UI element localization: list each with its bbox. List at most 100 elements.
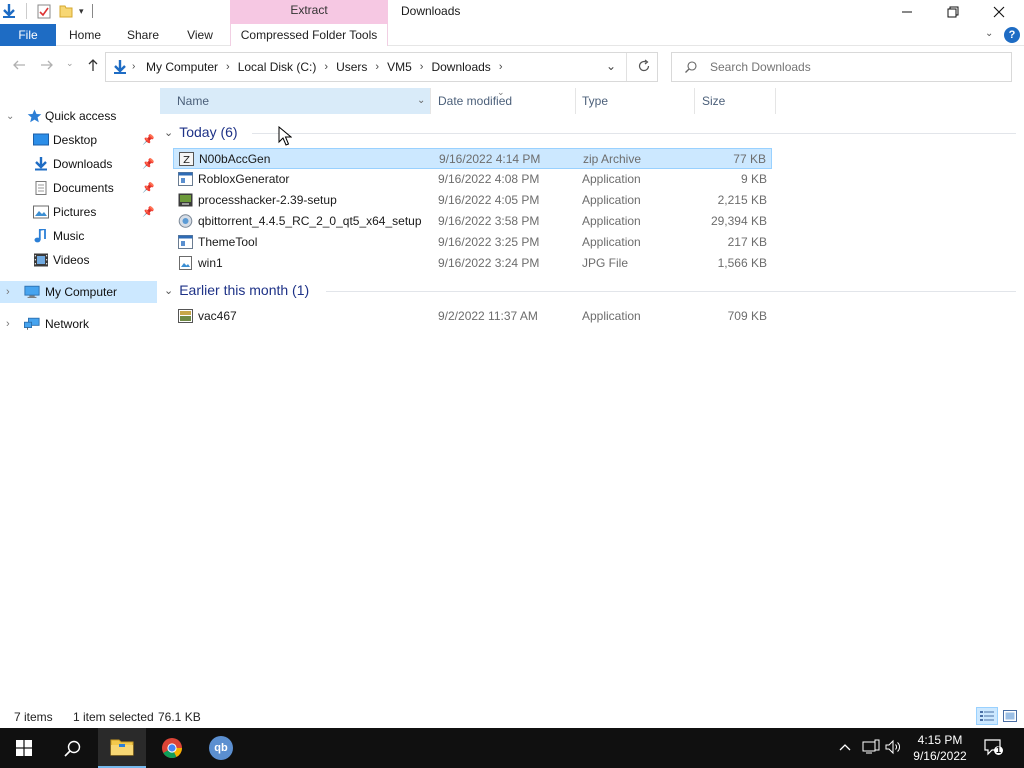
table-row[interactable]: ThemeTool 9/16/2022 3:25 PM Application … — [173, 232, 772, 253]
help-icon[interactable]: ? — [1004, 27, 1020, 43]
desktop-icon — [33, 133, 49, 147]
close-button[interactable] — [976, 0, 1022, 24]
breadcrumb-users[interactable]: Users — [336, 60, 367, 74]
large-icons-view-button[interactable] — [1001, 708, 1019, 724]
setup-app-icon — [178, 309, 193, 323]
up-button[interactable] — [86, 58, 100, 75]
file-type: Application — [582, 172, 641, 186]
search-input[interactable] — [710, 59, 1000, 75]
show-hidden-icons-button[interactable] — [839, 740, 851, 754]
chevron-right-icon[interactable]: › — [6, 286, 10, 298]
customize-qat-icon[interactable]: ▾ — [79, 6, 84, 17]
sidebar-item-pictures[interactable]: Pictures 📌 — [0, 201, 157, 223]
chevron-right-icon[interactable]: › — [324, 61, 328, 73]
network-tray-icon[interactable] — [862, 739, 880, 758]
taskbar-file-explorer[interactable] — [98, 728, 146, 768]
restore-button[interactable] — [930, 0, 976, 24]
sidebar-item-documents[interactable]: Documents 📌 — [0, 177, 157, 199]
details-view-button[interactable] — [976, 707, 998, 725]
chevron-right-icon[interactable]: › — [420, 61, 424, 73]
breadcrumb-my-computer[interactable]: My Computer — [146, 60, 218, 74]
address-history-dropdown-icon[interactable]: ⌄ — [606, 59, 616, 73]
group-divider — [252, 133, 1016, 134]
pin-icon[interactable]: 📌 — [142, 135, 154, 146]
breadcrumb-vm5[interactable]: VM5 — [387, 60, 412, 74]
pin-icon[interactable]: 📌 — [142, 207, 154, 218]
sidebar-item-my-computer[interactable]: › My Computer — [0, 281, 157, 303]
table-row[interactable]: Z N00bAccGen 9/16/2022 4:14 PM zip Archi… — [173, 148, 772, 169]
new-folder-icon[interactable] — [59, 3, 73, 19]
taskbar-clock[interactable]: 4:15 PM 9/16/2022 — [905, 732, 975, 764]
minimize-button[interactable] — [884, 0, 930, 24]
volume-icon[interactable] — [885, 739, 901, 758]
column-name[interactable]: Name ⌄ — [160, 88, 431, 114]
group-header-earlier-this-month[interactable]: ⌄ Earlier this month (1) — [164, 282, 309, 298]
refresh-button[interactable] — [636, 58, 652, 77]
sidebar-item-desktop[interactable]: Desktop 📌 — [0, 129, 157, 151]
tab-home[interactable]: Home — [60, 24, 110, 46]
expand-ribbon-icon[interactable]: ⌄ — [985, 28, 993, 39]
context-tab-extract[interactable]: Extract — [230, 0, 388, 24]
address-divider — [626, 53, 627, 81]
sidebar-item-downloads[interactable]: Downloads 📌 — [0, 153, 157, 175]
start-button[interactable] — [0, 728, 48, 768]
sort-descending-icon: ⌄ — [497, 87, 505, 97]
chevron-right-icon[interactable]: › — [499, 61, 503, 73]
breadcrumb-separator-icon[interactable]: › — [132, 61, 135, 72]
tab-compressed-folder-tools[interactable]: Compressed Folder Tools — [230, 24, 388, 46]
file-size: 2,215 KB — [717, 193, 767, 207]
breadcrumb-local-disk[interactable]: Local Disk (C:) — [238, 60, 317, 74]
sidebar-item-videos[interactable]: Videos — [0, 249, 157, 271]
address-bar[interactable]: › My Computer › Local Disk (C:) › Users › V… — [105, 52, 658, 82]
column-size[interactable]: Size — [695, 88, 776, 114]
group-header-today[interactable]: ⌄ Today (6) — [164, 124, 238, 140]
ribbon-tabs: File Home Share View Compressed Folder T… — [0, 24, 1024, 46]
file-type: Application — [582, 309, 641, 323]
tab-file[interactable]: File — [0, 24, 56, 46]
file-size: 709 KB — [727, 309, 767, 323]
taskbar-chrome[interactable] — [148, 728, 196, 768]
qbittorrent-icon: qb — [209, 736, 233, 760]
action-center-button[interactable]: 1 — [983, 737, 1003, 760]
file-type: Application — [582, 214, 641, 228]
recent-locations-button[interactable]: ⌄ — [66, 58, 74, 69]
file-explorer-icon — [110, 739, 134, 756]
table-row[interactable]: qbittorrent_4.4.5_RC_2_0_qt5_x64_setup 9… — [173, 211, 772, 232]
tab-share[interactable]: Share — [118, 24, 168, 46]
tab-view[interactable]: View — [176, 24, 224, 46]
search-box[interactable] — [671, 52, 1012, 82]
back-button[interactable] — [12, 58, 26, 75]
nav-quick-access[interactable]: ⌄ Quick access — [0, 105, 157, 127]
refresh-icon — [638, 59, 650, 72]
sidebar-item-network[interactable]: › Network — [0, 313, 157, 335]
forward-button[interactable] — [40, 58, 54, 75]
pin-icon[interactable]: 📌 — [142, 159, 154, 170]
taskbar-qbittorrent[interactable]: qb — [197, 728, 245, 768]
sidebar-item-music[interactable]: Music — [0, 225, 157, 247]
chevron-right-icon[interactable]: › — [6, 318, 10, 330]
table-row[interactable]: RobloxGenerator 9/16/2022 4:08 PM Applic… — [173, 169, 772, 190]
column-type[interactable]: Type — [576, 88, 695, 114]
chevron-right-icon[interactable]: › — [226, 61, 230, 73]
table-row[interactable]: vac467 9/2/2022 11:37 AM Application 709… — [173, 306, 772, 327]
chevron-down-icon[interactable]: ⌄ — [164, 284, 173, 297]
chevron-down-icon[interactable]: ⌄ — [164, 126, 173, 139]
file-date: 9/16/2022 4:14 PM — [439, 152, 541, 166]
breadcrumb-downloads[interactable]: Downloads — [431, 60, 490, 74]
pin-icon[interactable]: 📌 — [142, 183, 154, 194]
installer-icon — [178, 193, 193, 207]
table-row[interactable]: win1 9/16/2022 3:24 PM JPG File 1,566 KB — [173, 253, 772, 274]
clock-time: 4:15 PM — [917, 733, 963, 747]
search-icon — [684, 60, 698, 77]
column-date-modified[interactable]: Date modified ⌄ — [431, 87, 576, 114]
network-icon — [24, 317, 40, 331]
file-size: 9 KB — [740, 172, 767, 186]
group-title: Today (6) — [179, 124, 238, 140]
download-arrow-icon[interactable] — [2, 3, 16, 19]
table-row[interactable]: processhacker-2.39-setup 9/16/2022 4:05 … — [173, 190, 772, 211]
properties-icon[interactable] — [37, 3, 51, 19]
chevron-down-icon[interactable]: ⌄ — [6, 111, 14, 122]
column-filter-dropdown-icon[interactable]: ⌄ — [417, 88, 425, 114]
chevron-right-icon[interactable]: › — [375, 61, 379, 73]
search-button[interactable] — [48, 728, 96, 768]
